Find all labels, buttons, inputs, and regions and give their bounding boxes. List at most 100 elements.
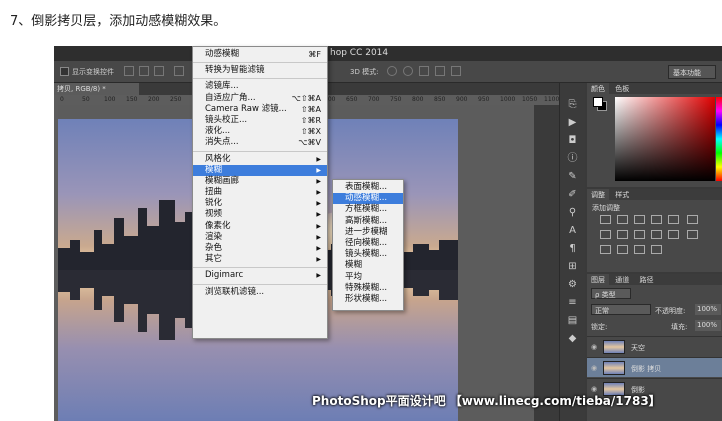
selective-color-icon[interactable] — [651, 245, 662, 254]
visibility-eye-icon[interactable]: ◉ — [591, 364, 597, 372]
menu-item[interactable]: 进一步模糊 — [333, 227, 403, 238]
bw-icon[interactable] — [617, 230, 628, 239]
menu-item[interactable]: 模糊画廊 ▶ — [193, 176, 327, 187]
menu-item[interactable]: 方框模糊... — [333, 204, 403, 215]
filter-menu: 动感模糊 ⌘F 转换为智能滤镜 滤镜库... 自适应广角... ⌥⇧⌘A Camera Ra… — [192, 46, 328, 339]
menu-item[interactable]: 自适应广角... ⌥⇧⌘A — [193, 93, 327, 104]
menu-item[interactable]: Digimarc ▶ — [193, 270, 327, 281]
tab-color[interactable]: 颜色 — [587, 83, 609, 95]
brightness-icon[interactable] — [600, 215, 611, 224]
menu-item[interactable]: 径向模糊... — [333, 238, 403, 249]
menu-item[interactable]: 杂色 ▶ — [193, 243, 327, 254]
menu-separator — [193, 150, 327, 152]
curves-icon[interactable] — [634, 215, 645, 224]
timeline-icon[interactable]: ≡ — [567, 297, 578, 308]
3d-roll-icon[interactable] — [403, 66, 413, 76]
tab-styles[interactable]: 样式 — [611, 189, 633, 201]
properties-icon[interactable]: ▤ — [567, 315, 578, 326]
menu-item[interactable]: 转换为智能滤镜 — [193, 65, 327, 76]
show-transform-checkbox[interactable] — [60, 67, 69, 76]
menu-item[interactable]: 消失点... ⌥⌘V — [193, 137, 327, 148]
align-top-icon[interactable] — [124, 66, 134, 76]
paragraph-icon[interactable]: ¶ — [567, 243, 578, 254]
align-left-icon[interactable] — [174, 66, 184, 76]
foreground-color-swatch[interactable] — [593, 97, 603, 107]
levels-icon[interactable] — [617, 215, 628, 224]
actions-icon[interactable]: ▶ — [567, 117, 578, 128]
hue-slider[interactable] — [716, 97, 722, 181]
tool-presets-icon[interactable]: ⚙ — [567, 279, 578, 290]
menu-item[interactable]: 动感模糊 ⌘F — [193, 49, 327, 60]
posterize-icon[interactable] — [600, 245, 611, 254]
menu-item[interactable]: 渲染 ▶ — [193, 232, 327, 243]
glyphs-icon[interactable]: ⊞ — [567, 261, 578, 272]
color-field[interactable] — [615, 97, 715, 181]
document-tab[interactable]: 拷贝, RGB/8) * — [54, 83, 139, 95]
threshold-icon[interactable] — [617, 245, 628, 254]
menu-item[interactable]: 其它 ▶ — [193, 254, 327, 265]
menu-item[interactable]: 像素化 ▶ — [193, 221, 327, 232]
menu-item[interactable]: 镜头模糊... — [333, 249, 403, 260]
menu-item[interactable]: 高斯模糊... — [333, 216, 403, 227]
hue-sat-icon[interactable] — [687, 215, 699, 224]
menu-item[interactable]: 模糊 — [333, 260, 403, 271]
exposure-icon[interactable] — [651, 215, 662, 224]
tab-layers[interactable]: 图层 — [587, 274, 609, 286]
menu-item[interactable]: 镜头校正... ⇧⌘R — [193, 115, 327, 126]
workspace-select[interactable]: 基本功能 — [668, 65, 716, 79]
opacity-input[interactable]: 100% — [695, 304, 721, 315]
menu-item-label: 高斯模糊... — [345, 215, 388, 226]
info-icon[interactable]: ⓘ — [567, 153, 578, 164]
3d-scale-icon[interactable] — [451, 66, 461, 76]
align-bottom-icon[interactable] — [154, 66, 164, 76]
align-middle-icon[interactable] — [139, 66, 149, 76]
channel-mixer-icon[interactable] — [651, 230, 662, 239]
menu-item[interactable]: 形状模糊... — [333, 294, 403, 305]
menu-item[interactable]: 表面模糊... — [333, 182, 403, 193]
menu-item[interactable]: 动感模糊... — [333, 193, 403, 205]
building-silhouette — [80, 252, 94, 270]
gradient-map-icon[interactable] — [634, 245, 645, 254]
tab-adjustments[interactable]: 调整 — [587, 189, 609, 201]
tab-channels[interactable]: 通道 — [611, 274, 633, 286]
brush-presets-icon[interactable]: ✐ — [567, 189, 578, 200]
layer-comps-icon[interactable]: ◘ — [567, 135, 578, 146]
submenu-arrow-icon: ▶ — [316, 166, 321, 174]
menu-item[interactable]: Camera Raw 滤镜... ⇧⌘A — [193, 104, 327, 115]
color-balance-icon[interactable] — [600, 230, 611, 239]
menu-item[interactable]: 模糊 ▶ — [193, 164, 327, 176]
3d-icon[interactable]: ◆ — [567, 333, 578, 344]
clone-source-icon[interactable]: ⚲ — [567, 207, 578, 218]
menu-item[interactable]: 特殊模糊... — [333, 283, 403, 294]
ruler-tick-label: 100 — [104, 96, 116, 103]
menu-item[interactable]: 滤镜库... — [193, 81, 327, 92]
menu-item[interactable]: 锐化 ▶ — [193, 198, 327, 209]
layer-kind-filter[interactable]: ρ 类型 — [591, 288, 631, 299]
menu-item[interactable]: 浏览联机滤镜... — [193, 287, 327, 298]
menu-item[interactable]: 平均 — [333, 272, 403, 283]
menu-item[interactable]: 视频 ▶ — [193, 209, 327, 220]
invert-icon[interactable] — [687, 230, 699, 239]
layer-row[interactable]: ◉ 天空 — [587, 336, 722, 356]
vibrance-icon[interactable] — [668, 215, 679, 224]
layer-name: 天空 — [631, 344, 645, 352]
3d-slide-icon[interactable] — [435, 66, 445, 76]
menu-item[interactable]: 风格化 ▶ — [193, 154, 327, 165]
history-icon[interactable]: ⎘ — [567, 99, 578, 110]
tab-paths[interactable]: 路径 — [635, 274, 657, 286]
photo-filter-icon[interactable] — [634, 230, 645, 239]
3d-pan-icon[interactable] — [419, 66, 429, 76]
ruler-tick-label: 150 — [126, 96, 138, 103]
fill-input[interactable]: 100% — [695, 320, 721, 331]
color-lookup-icon[interactable] — [668, 230, 679, 239]
menu-item[interactable]: 扭曲 ▶ — [193, 187, 327, 198]
menu-item[interactable]: 液化... ⇧⌘X — [193, 126, 327, 137]
ruler-tick-label: 950 — [478, 96, 490, 103]
blend-mode-select[interactable]: 正常 — [591, 304, 651, 315]
tab-swatches[interactable]: 色板 — [611, 83, 633, 95]
character-icon[interactable]: A — [567, 225, 578, 236]
visibility-eye-icon[interactable]: ◉ — [591, 343, 597, 351]
3d-rotate-icon[interactable] — [387, 66, 397, 76]
brush-icon[interactable]: ✎ — [567, 171, 578, 182]
layer-row-selected[interactable]: ◉ 倒影 拷贝 — [587, 357, 722, 377]
